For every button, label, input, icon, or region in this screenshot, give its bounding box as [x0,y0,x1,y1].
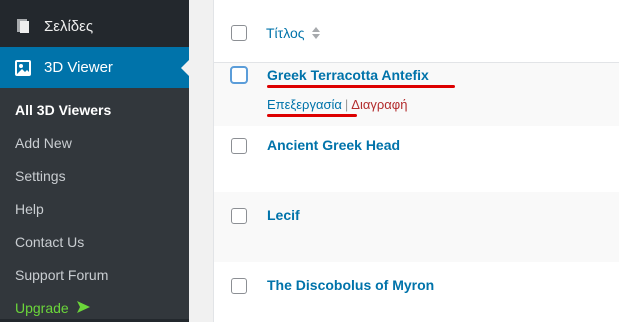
table-row: Ancient Greek Head [214,126,619,192]
submenu-support-forum[interactable]: Support Forum [0,259,189,292]
table-header: Τίτλος [214,0,619,63]
menu-item-3d-viewer-label: 3D Viewer [44,59,113,76]
menu-item-pages[interactable]: Σελίδες [0,5,189,47]
image-icon [14,59,32,77]
arrow-right-icon [76,292,90,325]
row-title-link[interactable]: Greek Terracotta Antefix [267,67,429,83]
submenu-upgrade-label: Upgrade [15,300,69,316]
menu-item-3d-viewer[interactable]: 3D Viewer [0,47,189,88]
row-title-link[interactable]: Lecif [267,207,300,223]
row-checkbox[interactable] [230,66,248,84]
row-checkbox[interactable] [231,208,247,224]
column-title-header[interactable]: Τίτλος [266,25,321,43]
action-separator: | [344,97,349,112]
annotation-underline [267,85,455,88]
submenu-add-new[interactable]: Add New [0,127,189,160]
sort-icon[interactable] [312,26,321,43]
select-all-checkbox[interactable] [231,25,247,41]
admin-sidebar: Σελίδες 3D Viewer All 3D Viewers Add New… [0,0,189,322]
table-row: Lecif [214,192,619,262]
pages-icon [14,17,32,35]
annotation-underline [267,114,357,117]
row-checkbox[interactable] [231,138,247,154]
row-title-link[interactable]: Ancient Greek Head [267,137,400,153]
column-title-label: Τίτλος [266,25,305,41]
menu-item-pages-label: Σελίδες [44,17,94,35]
row-checkbox[interactable] [231,278,247,294]
submenu: All 3D Viewers Add New Settings Help Con… [0,88,189,319]
submenu-settings[interactable]: Settings [0,160,189,193]
table-row: Greek Terracotta Antefix Επεξεργασία | Δια… [214,63,619,126]
edit-link[interactable]: Επεξεργασία [267,97,342,112]
delete-link[interactable]: Διαγραφή [351,97,407,112]
submenu-upgrade[interactable]: Upgrade [0,292,189,325]
row-title-link[interactable]: The Discobolus of Myron [267,277,434,293]
row-actions: Επεξεργασία | Διαγραφή [267,97,407,112]
submenu-all-3d-viewers[interactable]: All 3D Viewers [0,94,189,127]
submenu-contact-us[interactable]: Contact Us [0,226,189,259]
posts-table: Τίτλος Greek Terracotta Antefix Επεξεργα… [213,0,619,322]
table-row: The Discobolus of Myron [214,262,619,322]
main-content: Τίτλος Greek Terracotta Antefix Επεξεργα… [189,0,619,322]
submenu-help[interactable]: Help [0,193,189,226]
